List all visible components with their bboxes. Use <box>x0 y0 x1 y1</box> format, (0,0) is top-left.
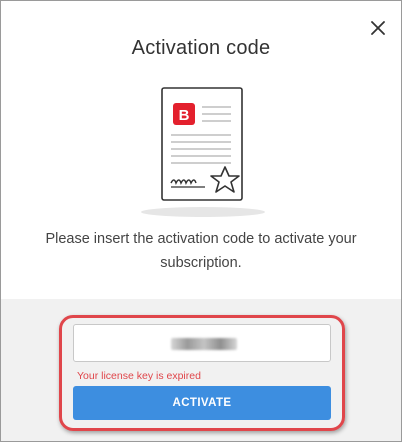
dialog-message: Please insert the activation code to act… <box>45 231 357 271</box>
error-message: Your license key is expired <box>77 370 201 382</box>
activation-dialog: Activation code B Please insert the acti… <box>0 0 402 442</box>
activate-button[interactable]: ACTIVATE <box>73 386 331 420</box>
close-button[interactable] <box>367 17 389 39</box>
certificate-illustration: B <box>139 85 269 221</box>
close-icon <box>371 21 385 35</box>
certificate-icon: B <box>141 87 265 217</box>
brand-badge-letter: B <box>179 107 190 124</box>
dialog-title: Activation code <box>131 37 271 59</box>
blurred-code-value <box>171 338 237 350</box>
dialog-top-section: Activation code B Please insert the acti… <box>1 1 401 299</box>
